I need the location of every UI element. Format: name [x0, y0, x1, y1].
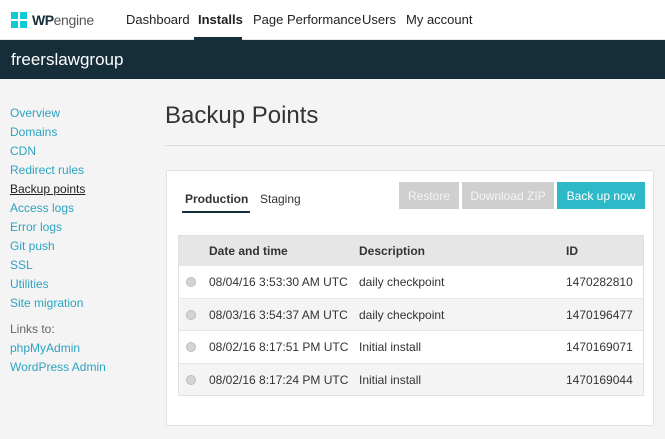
sidebar-item-site-migration[interactable]: Site migration — [10, 294, 140, 313]
row-id: 1470169071 — [566, 340, 633, 354]
sidebar-link-wordpress-admin[interactable]: WordPress Admin — [10, 358, 140, 377]
row-date: 08/02/16 8:17:24 PM UTC — [209, 372, 349, 387]
table-row[interactable]: 08/04/16 3:53:30 AM UTC daily checkpoint… — [179, 265, 643, 298]
row-description: daily checkpoint — [359, 275, 445, 289]
logo-engine-text: engine — [53, 12, 95, 28]
sidebar-item-access-logs[interactable]: Access logs — [10, 199, 140, 218]
download-zip-button[interactable]: Download ZIP — [462, 182, 554, 209]
row-description: Initial install — [359, 372, 422, 387]
sidebar-item-domains[interactable]: Domains — [10, 123, 140, 142]
tab-active-indicator — [182, 211, 250, 213]
logo-wp-text: WP — [32, 12, 54, 28]
tab-staging[interactable]: Staging — [260, 192, 301, 206]
nav-users[interactable]: Users — [362, 12, 396, 27]
row-date: 08/02/16 8:17:51 PM UTC — [209, 340, 349, 354]
row-id: 1470196477 — [566, 307, 633, 322]
row-radio-button[interactable] — [186, 309, 196, 320]
sidebar-item-utilities[interactable]: Utilities — [10, 275, 140, 294]
backup-panel: Production Staging Restore Download ZIP … — [166, 170, 654, 426]
table-row[interactable]: 08/02/16 8:17:51 PM UTC Initial install … — [179, 330, 643, 363]
table-row[interactable]: 08/03/16 3:54:37 AM UTC daily checkpoint… — [179, 297, 643, 330]
column-header-description: Description — [359, 244, 426, 258]
row-date: 08/04/16 3:53:30 AM UTC — [209, 275, 348, 289]
row-date: 08/03/16 3:54:37 AM UTC — [209, 307, 348, 322]
site-name: freerslawgroup — [11, 50, 124, 69]
nav-installs[interactable]: Installs — [198, 12, 243, 27]
row-description: daily checkpoint — [359, 307, 445, 322]
sidebar: Overview Domains CDN Redirect rules Back… — [10, 104, 140, 377]
sidebar-item-overview[interactable]: Overview — [10, 104, 140, 123]
column-header-id: ID — [566, 244, 578, 258]
nav-dashboard[interactable]: Dashboard — [126, 12, 190, 27]
wpengine-logo-icon — [11, 12, 27, 28]
sidebar-item-error-logs[interactable]: Error logs — [10, 218, 140, 237]
title-divider — [165, 145, 665, 146]
table-row[interactable]: 08/02/16 8:17:24 PM UTC Initial install … — [179, 362, 643, 395]
top-navigation: WP engine Dashboard Installs Page Perfor… — [0, 0, 665, 40]
sidebar-item-redirect-rules[interactable]: Redirect rules — [10, 161, 140, 180]
backup-table: Date and time Description ID 08/04/16 3:… — [178, 235, 644, 396]
row-radio-button[interactable] — [186, 342, 196, 352]
page-title: Backup Points — [165, 102, 319, 129]
sidebar-item-cdn[interactable]: CDN — [10, 142, 140, 161]
wpengine-logo[interactable]: WP engine — [11, 10, 94, 30]
sidebar-item-git-push[interactable]: Git push — [10, 237, 140, 256]
site-header-bar: freerslawgroup — [0, 40, 665, 79]
row-id: 1470282810 — [566, 275, 633, 289]
sidebar-links-heading: Links to: — [10, 322, 55, 336]
row-description: Initial install — [359, 340, 422, 354]
nav-page-performance[interactable]: Page Performance — [253, 12, 361, 27]
row-id: 1470169044 — [566, 372, 633, 387]
row-radio-button[interactable] — [186, 374, 196, 385]
sidebar-link-phpmyadmin[interactable]: phpMyAdmin — [10, 339, 140, 358]
table-header-row: Date and time Description ID — [179, 236, 643, 265]
back-up-now-button[interactable]: Back up now — [557, 182, 645, 209]
sidebar-item-ssl[interactable]: SSL — [10, 256, 140, 275]
nav-my-account[interactable]: My account — [406, 12, 472, 27]
row-radio-button[interactable] — [186, 277, 196, 287]
restore-button[interactable]: Restore — [399, 182, 459, 209]
sidebar-item-backup-points[interactable]: Backup points — [10, 180, 140, 199]
column-header-date: Date and time — [209, 244, 288, 258]
tab-production[interactable]: Production — [185, 192, 248, 206]
